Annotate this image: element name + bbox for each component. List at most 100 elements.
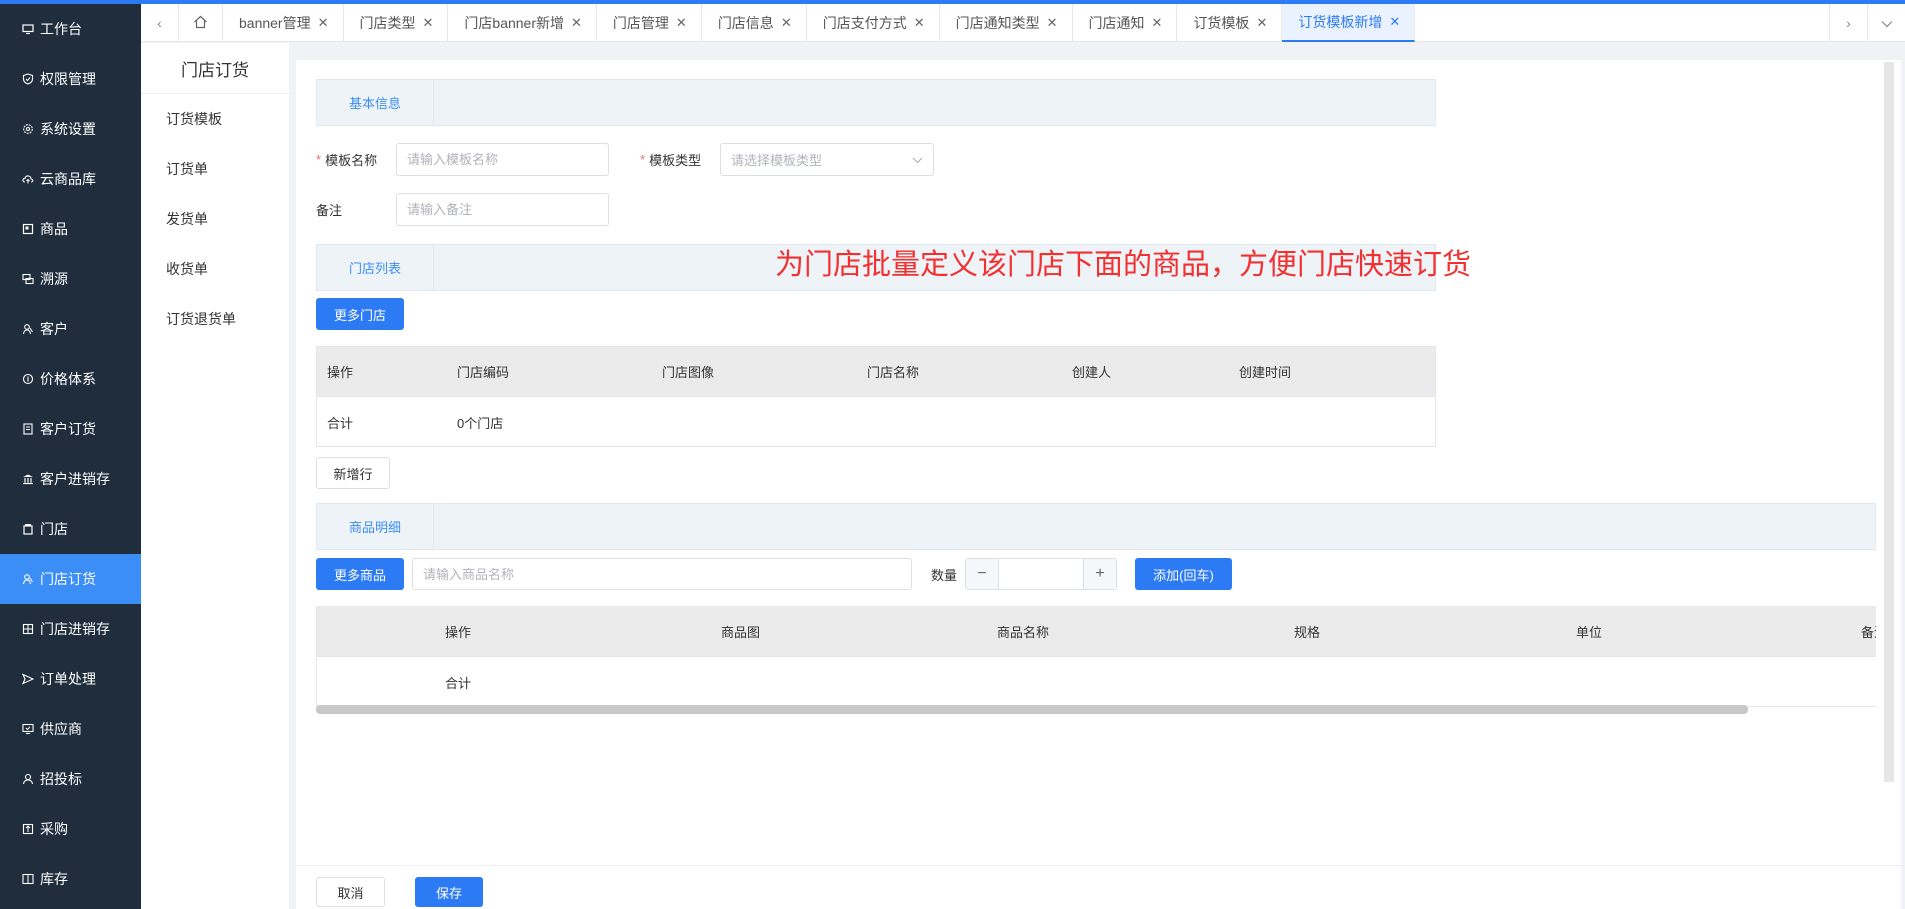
sidebar-item-trace[interactable]: 溯源 bbox=[0, 254, 141, 304]
add-row-button[interactable]: 新增行 bbox=[316, 457, 390, 489]
save-button[interactable]: 保存 bbox=[415, 877, 483, 907]
submenu-item-order[interactable]: 订货单 bbox=[141, 144, 289, 194]
sidebar-item-label: 权限管理 bbox=[40, 71, 96, 87]
close-icon[interactable]: ✕ bbox=[914, 15, 925, 31]
sidebar-item-settings[interactable]: 系统设置 bbox=[0, 104, 141, 154]
more-stores-button[interactable]: 更多门店 bbox=[316, 298, 404, 330]
product-search-input[interactable] bbox=[412, 558, 912, 590]
template-type-label: * 模板类型 bbox=[640, 143, 701, 176]
gear-icon bbox=[22, 123, 34, 135]
close-icon[interactable]: ✕ bbox=[1152, 15, 1163, 31]
tab-store-management[interactable]: 门店管理 ✕ bbox=[597, 4, 702, 42]
template-type-select[interactable]: 请选择模板类型 bbox=[720, 143, 934, 176]
horizontal-scrollbar[interactable] bbox=[316, 705, 1748, 714]
sidebar-item-label: 溯源 bbox=[40, 271, 68, 287]
close-icon[interactable]: ✕ bbox=[781, 15, 792, 31]
tab-label: 门店信息 bbox=[717, 15, 774, 31]
sidebar-item-suppliers[interactable]: 供应商 bbox=[0, 704, 141, 754]
tab-store-info[interactable]: 门店信息 ✕ bbox=[702, 4, 807, 42]
quantity-label: 数量 bbox=[931, 567, 958, 583]
sidebar-item-label: 招投标 bbox=[40, 771, 82, 787]
sidebar-item-customers[interactable]: 客户 bbox=[0, 304, 141, 354]
sidebar-item-store-inventory[interactable]: 门店进销存 bbox=[0, 604, 141, 654]
tabs-scroll-right-button[interactable]: › bbox=[1829, 4, 1867, 42]
close-icon[interactable]: ✕ bbox=[1389, 14, 1400, 30]
product-icon bbox=[22, 223, 34, 235]
close-icon[interactable]: ✕ bbox=[1047, 15, 1058, 31]
close-icon[interactable]: ✕ bbox=[318, 15, 329, 31]
column-header: 门店图像 bbox=[662, 365, 715, 380]
sidebar-item-label: 订单处理 bbox=[40, 671, 96, 687]
store-order-icon bbox=[22, 573, 34, 585]
tab-label: 门店banner新增 bbox=[464, 15, 564, 31]
increment-button[interactable]: + bbox=[1084, 559, 1116, 589]
submenu: 门店订货 订货模板 订货单 发货单 收货单 订货退货单 bbox=[141, 43, 289, 909]
supplier-icon bbox=[22, 723, 34, 735]
sidebar-item-permissions[interactable]: 权限管理 bbox=[0, 54, 141, 104]
column-header: 创建人 bbox=[1072, 365, 1112, 380]
tab-banner-management[interactable]: banner管理 ✕ bbox=[223, 4, 344, 42]
sidebar-item-label: 商品 bbox=[40, 221, 68, 237]
submenu-item-order-template[interactable]: 订货模板 bbox=[141, 94, 289, 144]
more-products-button[interactable]: 更多商品 bbox=[316, 558, 404, 590]
sidebar-item-label: 客户订货 bbox=[40, 421, 96, 437]
product-table: 操作 商品图 商品名称 规格 单位 备注 合计 bbox=[316, 606, 1876, 707]
sidebar-item-bidding[interactable]: 招投标 bbox=[0, 754, 141, 804]
sidebar-item-cloud-products[interactable]: 云商品库 bbox=[0, 154, 141, 204]
tab-order-templates[interactable]: 订货模板 ✕ bbox=[1177, 4, 1283, 42]
chevron-down-icon bbox=[912, 152, 923, 167]
product-details-section-header: 商品明细 bbox=[316, 503, 1876, 550]
sidebar-item-customer-inventory[interactable]: 客户进销存 bbox=[0, 454, 141, 504]
column-header: 操作 bbox=[327, 365, 354, 380]
remark-input[interactable] bbox=[396, 193, 609, 226]
sidebar-item-products[interactable]: 商品 bbox=[0, 204, 141, 254]
sidebar-item-label: 库存 bbox=[40, 871, 68, 887]
submenu-item-receipt[interactable]: 收货单 bbox=[141, 244, 289, 294]
sidebar-item-customer-orders[interactable]: 客户订货 bbox=[0, 404, 141, 454]
template-name-input[interactable] bbox=[396, 143, 609, 176]
tab-store-notice-types[interactable]: 门店通知类型 ✕ bbox=[940, 4, 1073, 42]
tab-label: 门店类型 bbox=[359, 15, 416, 31]
tabs-scroll-left-button[interactable]: ‹ bbox=[141, 4, 179, 42]
column-header: 备注 bbox=[1861, 625, 1876, 640]
template-name-label: * 模板名称 bbox=[316, 143, 377, 176]
submenu-title: 门店订货 bbox=[141, 43, 289, 94]
close-icon[interactable]: ✕ bbox=[1256, 15, 1267, 31]
sidebar-item-purchase[interactable]: 采购 bbox=[0, 804, 141, 854]
submenu-item-order-return[interactable]: 订货退货单 bbox=[141, 294, 289, 344]
column-header: 单位 bbox=[1576, 625, 1603, 640]
vertical-scrollbar[interactable] bbox=[1884, 62, 1894, 782]
quantity-value[interactable] bbox=[998, 559, 1084, 589]
sidebar-item-label: 系统设置 bbox=[40, 121, 96, 137]
store-table: 操作 门店编码 门店图像 门店名称 创建人 创建时间 合计 0个门店 bbox=[316, 346, 1436, 447]
add-product-button[interactable]: 添加(回车) bbox=[1135, 558, 1232, 590]
sidebar-item-store-orders[interactable]: 门店订货 bbox=[0, 554, 141, 604]
close-icon[interactable]: ✕ bbox=[571, 15, 582, 31]
sidebar-item-workbench[interactable]: 工作台 bbox=[0, 4, 141, 54]
chevron-right-icon: › bbox=[1846, 15, 1851, 31]
sidebar-item-stock[interactable]: 库存 bbox=[0, 854, 141, 904]
tab-store-banner-add[interactable]: 门店banner新增 ✕ bbox=[448, 4, 597, 42]
sidebar-item-order-processing[interactable]: 订单处理 bbox=[0, 654, 141, 704]
tab-store-types[interactable]: 门店类型 ✕ bbox=[344, 4, 449, 42]
tab-label: 订货模板新增 bbox=[1298, 14, 1383, 30]
tab-order-template-add[interactable]: 订货模板新增 ✕ bbox=[1282, 4, 1416, 42]
shield-icon bbox=[22, 73, 34, 85]
tab-label: 门店通知类型 bbox=[955, 15, 1040, 31]
cancel-button[interactable]: 取消 bbox=[316, 877, 385, 907]
purchase-icon bbox=[22, 823, 34, 835]
tabs-dropdown-button[interactable] bbox=[1867, 4, 1905, 42]
tab-store-payment-methods[interactable]: 门店支付方式 ✕ bbox=[807, 4, 940, 42]
decrement-button[interactable]: − bbox=[966, 559, 998, 589]
close-icon[interactable]: ✕ bbox=[423, 15, 434, 31]
remark-label: 备注 bbox=[316, 193, 342, 226]
sidebar-item-stores[interactable]: 门店 bbox=[0, 504, 141, 554]
home-tab[interactable] bbox=[179, 4, 223, 42]
close-icon[interactable]: ✕ bbox=[676, 15, 687, 31]
submenu-item-shipment[interactable]: 发货单 bbox=[141, 194, 289, 244]
basic-info-section-header: 基本信息 bbox=[316, 79, 1436, 126]
select-placeholder: 请选择模板类型 bbox=[731, 153, 823, 168]
tab-store-notices[interactable]: 门店通知 ✕ bbox=[1073, 4, 1178, 42]
sidebar-item-price-system[interactable]: 价格体系 bbox=[0, 354, 141, 404]
quantity-stepper[interactable]: − + bbox=[965, 558, 1117, 590]
